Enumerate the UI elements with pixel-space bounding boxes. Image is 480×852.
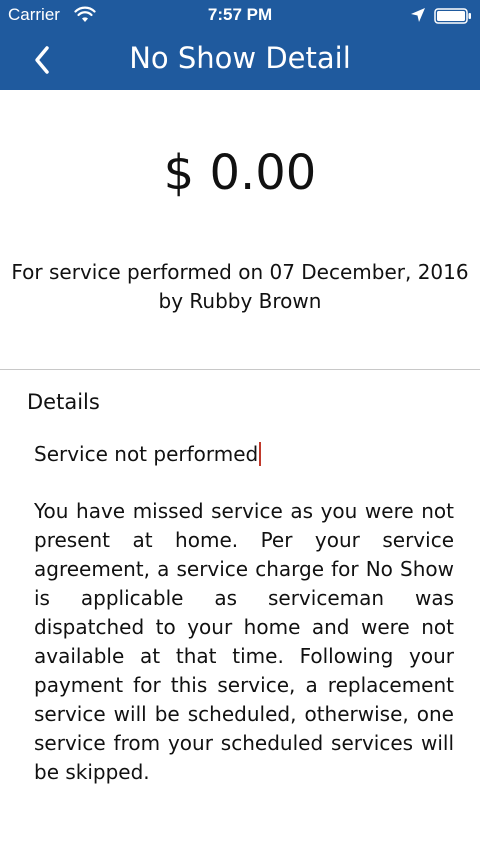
page-title: No Show Detail — [129, 41, 351, 75]
location-arrow-icon — [411, 8, 425, 22]
status-bar: Carrier 7:57 PM — [0, 0, 480, 32]
divider — [0, 369, 480, 370]
reason-text-field[interactable]: Service not performed — [34, 440, 262, 468]
description-text: You have missed service as you were not … — [34, 499, 454, 784]
navigation-bar: No Show Detail — [0, 32, 480, 90]
text-caret — [259, 442, 262, 466]
technician-line: by Rubby Brown — [158, 289, 322, 313]
details-heading: Details — [27, 390, 100, 414]
amount-value: $ 0.00 — [163, 145, 317, 201]
service-date-line: For service performed on 07 December, 20… — [11, 260, 469, 284]
status-time: 7:57 PM — [207, 5, 273, 24]
service-info: For service performed on 07 December, 20… — [0, 258, 480, 316]
battery-icon — [434, 8, 471, 24]
reason-text: Service not performed — [34, 442, 259, 466]
